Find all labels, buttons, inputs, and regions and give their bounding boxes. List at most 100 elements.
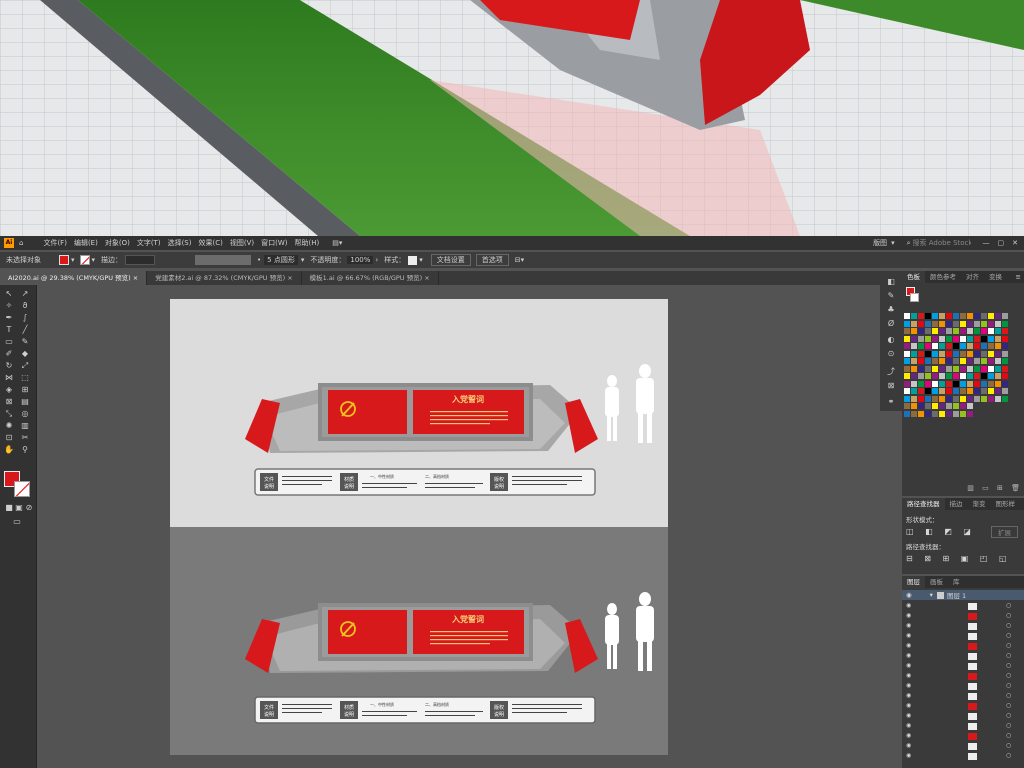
color-swatch[interactable] bbox=[932, 388, 938, 394]
color-swatch[interactable] bbox=[946, 335, 952, 342]
color-swatch[interactable] bbox=[995, 388, 1001, 394]
free-transform-tool-icon[interactable]: ⬚ bbox=[20, 373, 30, 383]
artboard-tool-icon[interactable]: ⊡ bbox=[4, 433, 14, 443]
color-swatch[interactable] bbox=[946, 380, 952, 387]
color-swatch[interactable] bbox=[995, 328, 1001, 334]
color-swatch[interactable] bbox=[981, 313, 987, 319]
stroke-chevron-icon[interactable]: ▾ bbox=[92, 256, 96, 264]
color-swatch[interactable] bbox=[904, 320, 910, 327]
color-swatch[interactable] bbox=[960, 410, 966, 417]
color-swatch[interactable] bbox=[988, 358, 994, 364]
opacity-field[interactable]: 100% bbox=[347, 256, 374, 264]
color-swatch[interactable] bbox=[967, 380, 973, 387]
color-swatch[interactable] bbox=[925, 395, 931, 402]
gradient-mode-icon[interactable]: ▣ bbox=[14, 503, 24, 513]
home-icon[interactable]: ⌂ bbox=[19, 239, 23, 247]
visibility-eye-icon[interactable]: ◉ bbox=[906, 642, 911, 649]
color-swatch[interactable] bbox=[939, 373, 945, 379]
mesh-tool-icon[interactable]: ⊠ bbox=[4, 397, 14, 407]
color-swatch[interactable] bbox=[911, 380, 917, 387]
color-swatch[interactable] bbox=[946, 388, 952, 394]
visibility-eye-icon[interactable]: ◉ bbox=[906, 612, 911, 619]
color-swatch[interactable] bbox=[925, 328, 931, 334]
target-circle-icon[interactable]: ○ bbox=[1006, 622, 1011, 629]
paintbrush-tool-icon[interactable]: ✎ bbox=[20, 337, 30, 347]
color-swatch[interactable] bbox=[995, 313, 1001, 319]
color-swatch[interactable] bbox=[995, 373, 1001, 379]
color-swatch[interactable] bbox=[981, 350, 987, 357]
color-swatch[interactable] bbox=[904, 343, 910, 349]
visibility-eye-icon[interactable]: ◉ bbox=[906, 652, 911, 659]
color-swatch[interactable] bbox=[981, 380, 987, 387]
color-swatch[interactable] bbox=[974, 350, 980, 357]
color-swatch[interactable] bbox=[1002, 358, 1008, 364]
color-swatch[interactable] bbox=[974, 388, 980, 394]
visibility-eye-icon[interactable]: ◉ bbox=[906, 682, 911, 689]
color-swatch[interactable] bbox=[1002, 343, 1008, 349]
properties-panel-icon[interactable]: ◧ bbox=[886, 277, 896, 287]
color-swatch[interactable] bbox=[988, 328, 994, 334]
color-swatch[interactable] bbox=[988, 343, 994, 349]
color-swatch[interactable] bbox=[953, 403, 959, 409]
color-swatch[interactable] bbox=[967, 328, 973, 334]
color-swatch[interactable] bbox=[911, 365, 917, 372]
outline-icon[interactable]: ◰ bbox=[980, 554, 988, 563]
tab-swatches[interactable]: 色板 bbox=[902, 271, 925, 283]
visibility-eye-icon[interactable]: ◉ bbox=[906, 702, 911, 709]
graph-tool-icon[interactable]: ▥ bbox=[20, 421, 30, 431]
visibility-eye-icon[interactable]: ◉ bbox=[906, 662, 911, 669]
color-swatch[interactable] bbox=[918, 380, 924, 387]
target-circle-icon[interactable]: ○ bbox=[1006, 742, 1011, 749]
color-swatch[interactable] bbox=[911, 388, 917, 394]
color-swatch[interactable] bbox=[974, 313, 980, 319]
color-swatch[interactable] bbox=[967, 335, 973, 342]
color-swatch[interactable] bbox=[932, 350, 938, 357]
color-swatch[interactable] bbox=[932, 358, 938, 364]
pen-tool-icon[interactable]: ✒ bbox=[4, 313, 14, 323]
tab-close-icon[interactable]: × bbox=[424, 274, 429, 282]
color-swatch[interactable] bbox=[946, 350, 952, 357]
tab-document-1[interactable]: AI2020.ai @ 29.38% (CMYK/GPU 预览) × bbox=[0, 271, 148, 285]
color-swatch[interactable] bbox=[981, 343, 987, 349]
target-circle-icon[interactable]: ○ bbox=[1006, 752, 1011, 759]
color-swatch[interactable] bbox=[967, 395, 973, 402]
layer-row-top[interactable]: ◉ ▾ 图层 1 bbox=[902, 590, 1024, 600]
color-swatch[interactable] bbox=[946, 328, 952, 334]
color-swatch[interactable] bbox=[960, 328, 966, 334]
type-panel-icon[interactable]: Ø bbox=[886, 319, 896, 329]
color-swatch[interactable] bbox=[995, 380, 1001, 387]
new-group-icon[interactable]: ▭ bbox=[982, 484, 989, 492]
color-swatch[interactable] bbox=[911, 410, 917, 417]
color-swatch[interactable] bbox=[953, 335, 959, 342]
target-circle-icon[interactable]: ○ bbox=[1006, 692, 1011, 699]
color-swatch[interactable] bbox=[904, 313, 910, 319]
menu-file[interactable]: 文件(F) bbox=[43, 238, 67, 248]
color-swatch[interactable] bbox=[974, 335, 980, 342]
color-swatch[interactable] bbox=[974, 328, 980, 334]
stroke-swatch[interactable] bbox=[79, 255, 90, 265]
color-swatch[interactable] bbox=[918, 365, 924, 372]
color-swatch[interactable] bbox=[995, 343, 1001, 349]
color-swatch[interactable] bbox=[904, 388, 910, 394]
color-swatch[interactable] bbox=[995, 365, 1001, 372]
lasso-tool-icon[interactable]: ϑ bbox=[20, 301, 30, 311]
color-swatch[interactable] bbox=[918, 313, 924, 319]
perspective-grid-tool-icon[interactable]: ⊞ bbox=[20, 385, 30, 395]
variable-width-field[interactable] bbox=[195, 255, 252, 265]
tab-pathfinder[interactable]: 路径查找器 bbox=[902, 498, 945, 510]
color-swatch[interactable] bbox=[974, 373, 980, 379]
color-swatch[interactable] bbox=[953, 320, 959, 327]
rotate-tool-icon[interactable]: ↻ bbox=[4, 361, 14, 371]
color-swatch[interactable] bbox=[960, 388, 966, 394]
color-swatch[interactable] bbox=[1002, 335, 1008, 342]
color-swatch[interactable] bbox=[988, 365, 994, 372]
color-swatch[interactable] bbox=[904, 403, 910, 409]
exclude-icon[interactable]: ◪ bbox=[963, 527, 971, 536]
color-swatch[interactable] bbox=[953, 343, 959, 349]
color-swatch[interactable] bbox=[960, 403, 966, 409]
color-swatch[interactable] bbox=[911, 320, 917, 327]
color-swatch[interactable] bbox=[939, 320, 945, 327]
color-swatch[interactable] bbox=[988, 380, 994, 387]
color-swatch[interactable] bbox=[925, 365, 931, 372]
curvature-tool-icon[interactable]: ∫ bbox=[20, 313, 30, 323]
